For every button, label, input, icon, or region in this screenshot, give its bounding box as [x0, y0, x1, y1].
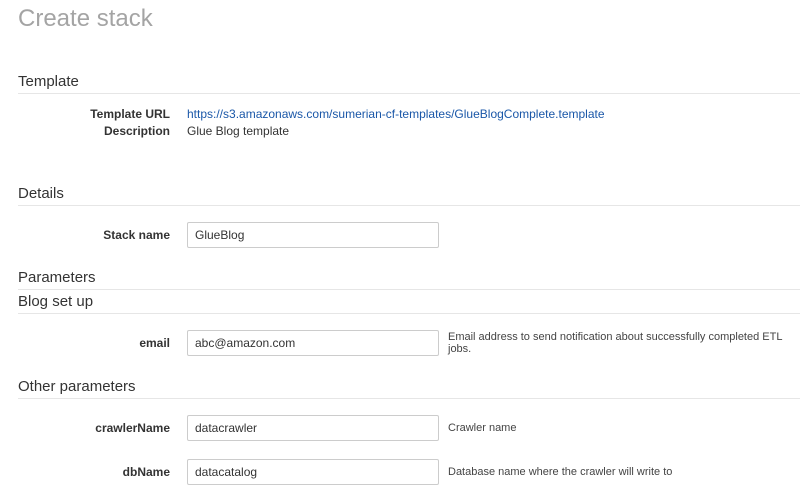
description-row: Description Glue Blog template — [0, 118, 800, 144]
blog-setup-heading: Blog set up — [18, 293, 800, 314]
description-label: Description — [103, 124, 170, 138]
template-section-heading: Template — [18, 73, 800, 94]
db-name-input[interactable] — [187, 459, 439, 485]
crawler-name-label: crawlerName — [95, 421, 170, 435]
description-value: Glue Blog template — [187, 124, 290, 138]
parameters-section-heading: Parameters — [18, 269, 800, 290]
stack-name-input[interactable] — [187, 222, 439, 248]
crawler-name-input[interactable] — [187, 415, 439, 441]
crawler-name-help-text: Crawler name — [448, 422, 517, 434]
db-name-help-text: Database name where the crawler will wri… — [448, 466, 673, 478]
page-title: Create stack — [18, 5, 153, 32]
email-help-text: Email address to send notification about… — [448, 331, 783, 355]
other-parameters-heading: Other parameters — [18, 378, 800, 399]
email-row: email Email address to send notification… — [0, 330, 800, 356]
crawler-name-row: crawlerName Crawler name — [0, 415, 800, 441]
email-label: email — [139, 336, 170, 350]
db-name-label: dbName — [122, 465, 170, 479]
db-name-row: dbName Database name where the crawler w… — [0, 459, 800, 485]
stack-name-row: Stack name — [0, 222, 800, 248]
details-section-heading: Details — [18, 185, 800, 206]
stack-name-label: Stack name — [103, 228, 170, 242]
email-input[interactable] — [187, 330, 439, 356]
